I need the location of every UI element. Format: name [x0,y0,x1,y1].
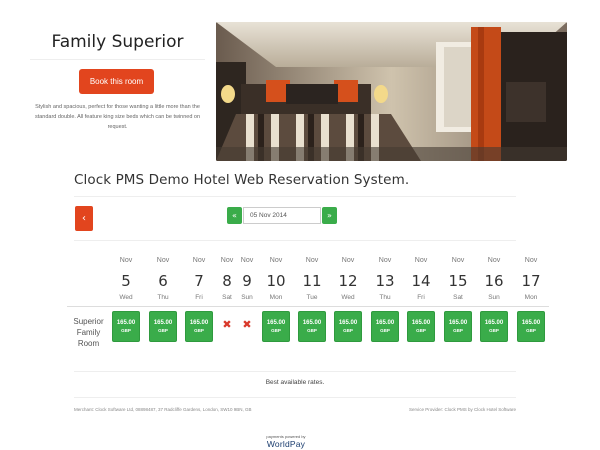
previous-button[interactable]: ‹ [75,206,93,231]
calendar-month: Nov [487,257,501,264]
date-next-button[interactable]: » [322,207,337,224]
rate-amount: 165.00 [484,320,504,326]
rate-amount: 165.00 [266,320,286,326]
rate-button[interactable]: 165.00 GBP [262,311,290,342]
rate-currency: GBP [343,328,353,333]
calendar-weekday: Thu [157,294,169,301]
rate-button[interactable]: 165.00 GBP [517,311,545,342]
unavailable-icon: ✖ [242,318,252,331]
calendar-weekday: Mon [524,294,538,301]
rate-currency: GBP [489,328,499,333]
double-chevron-right-icon: » [327,211,332,220]
rate-room-label: Superior Family Room [73,317,104,348]
rate-currency: GBP [271,328,281,333]
unavailable-icon: ✖ [222,318,232,331]
calendar-month: Nov [341,257,355,264]
hotel-title: Clock PMS Demo Hotel Web Reservation Sys… [74,172,410,188]
calendar-day: 12 [338,272,358,290]
rate-amount: 165.00 [153,320,173,326]
rate-button[interactable]: 165.00 GBP [480,311,508,342]
double-chevron-left-icon: « [232,211,237,220]
room-title: Family Superior [51,32,184,52]
divider [74,371,516,372]
rate-amount: 165.00 [116,320,136,326]
worldpay-logo: WorldPay [266,439,306,449]
rate-amount: 165.00 [521,320,541,326]
room-photo-image [216,22,567,161]
calendar-month: Nov [192,257,206,264]
calendar-weekday: Fri [417,294,425,301]
calendar-weekday: Sat [453,294,463,301]
divider [74,240,516,241]
rate-button[interactable]: 165.00 GBP [112,311,140,342]
rate-currency: GBP [526,328,536,333]
calendar-weekday: Tue [306,294,318,301]
rate-amount: 165.00 [189,320,209,326]
calendar-day: 11 [302,272,322,290]
calendar-weekday: Wed [119,294,133,301]
rate-currency: GBP [307,328,317,333]
rate-amount: 165.00 [375,320,395,326]
calendar-weekday: Wed [341,294,355,301]
rate-amount: 165.00 [411,320,431,326]
calendar-day: 9 [242,272,252,290]
rate-amount: 165.00 [338,320,358,326]
calendar-month: Nov [156,257,170,264]
calendar-day: 10 [266,272,286,290]
rate-currency: GBP [194,328,204,333]
calendar-month: Nov [524,257,538,264]
calendar-month: Nov [119,257,133,264]
best-rates-note: Best available rates. [265,379,325,386]
calendar-weekday: Thu [379,294,391,301]
rate-currency: GBP [158,328,168,333]
calendar-weekday: Sun [488,294,500,301]
rate-button[interactable]: 165.00 GBP [334,311,362,342]
calendar-day: 5 [121,272,131,290]
divider [74,397,516,398]
rate-currency: GBP [380,328,390,333]
rate-button[interactable]: 165.00 GBP [371,311,399,342]
calendar-day: 6 [158,272,168,290]
rate-currency: GBP [453,328,463,333]
date-input[interactable]: 05 Nov 2014 [243,207,321,224]
divider [74,196,516,197]
calendar-day: 15 [448,272,468,290]
rate-button[interactable]: 165.00 GBP [407,311,435,342]
rate-currency: GBP [416,328,426,333]
calendar-day: 16 [484,272,504,290]
calendar-month: Nov [378,257,392,264]
date-prev-button[interactable]: « [227,207,242,224]
calendar-day: 7 [194,272,204,290]
calendar-month: Nov [305,257,319,264]
calendar-day: 17 [521,272,541,290]
rate-button[interactable]: 165.00 GBP [185,311,213,342]
divider [30,59,205,60]
rate-amount: 165.00 [302,320,322,326]
calendar-month: Nov [240,257,254,264]
rate-button[interactable]: 165.00 GBP [298,311,326,342]
calendar-day: 13 [375,272,395,290]
service-provider-info: Service Provider: Clock PMS by Clock Hot… [408,407,516,412]
rate-currency: GBP [121,328,131,333]
calendar-month: Nov [451,257,465,264]
calendar-month: Nov [269,257,283,264]
divider [67,306,549,307]
room-photo [216,22,567,161]
calendar-weekday: Sun [241,294,253,301]
chevron-left-icon: ‹ [82,213,86,224]
calendar-month: Nov [414,257,428,264]
merchant-info: Merchant: Clock Software Ltd, 08898487, … [74,407,252,412]
room-description: Stylish and spacious, perfect for those … [34,104,201,130]
book-room-button[interactable]: Book this room [79,69,154,94]
calendar-weekday: Mon [269,294,283,301]
calendar-weekday: Fri [195,294,203,301]
rate-button[interactable]: 165.00 GBP [444,311,472,342]
calendar-day: 14 [411,272,431,290]
rate-amount: 165.00 [448,320,468,326]
rate-button[interactable]: 165.00 GBP [149,311,177,342]
